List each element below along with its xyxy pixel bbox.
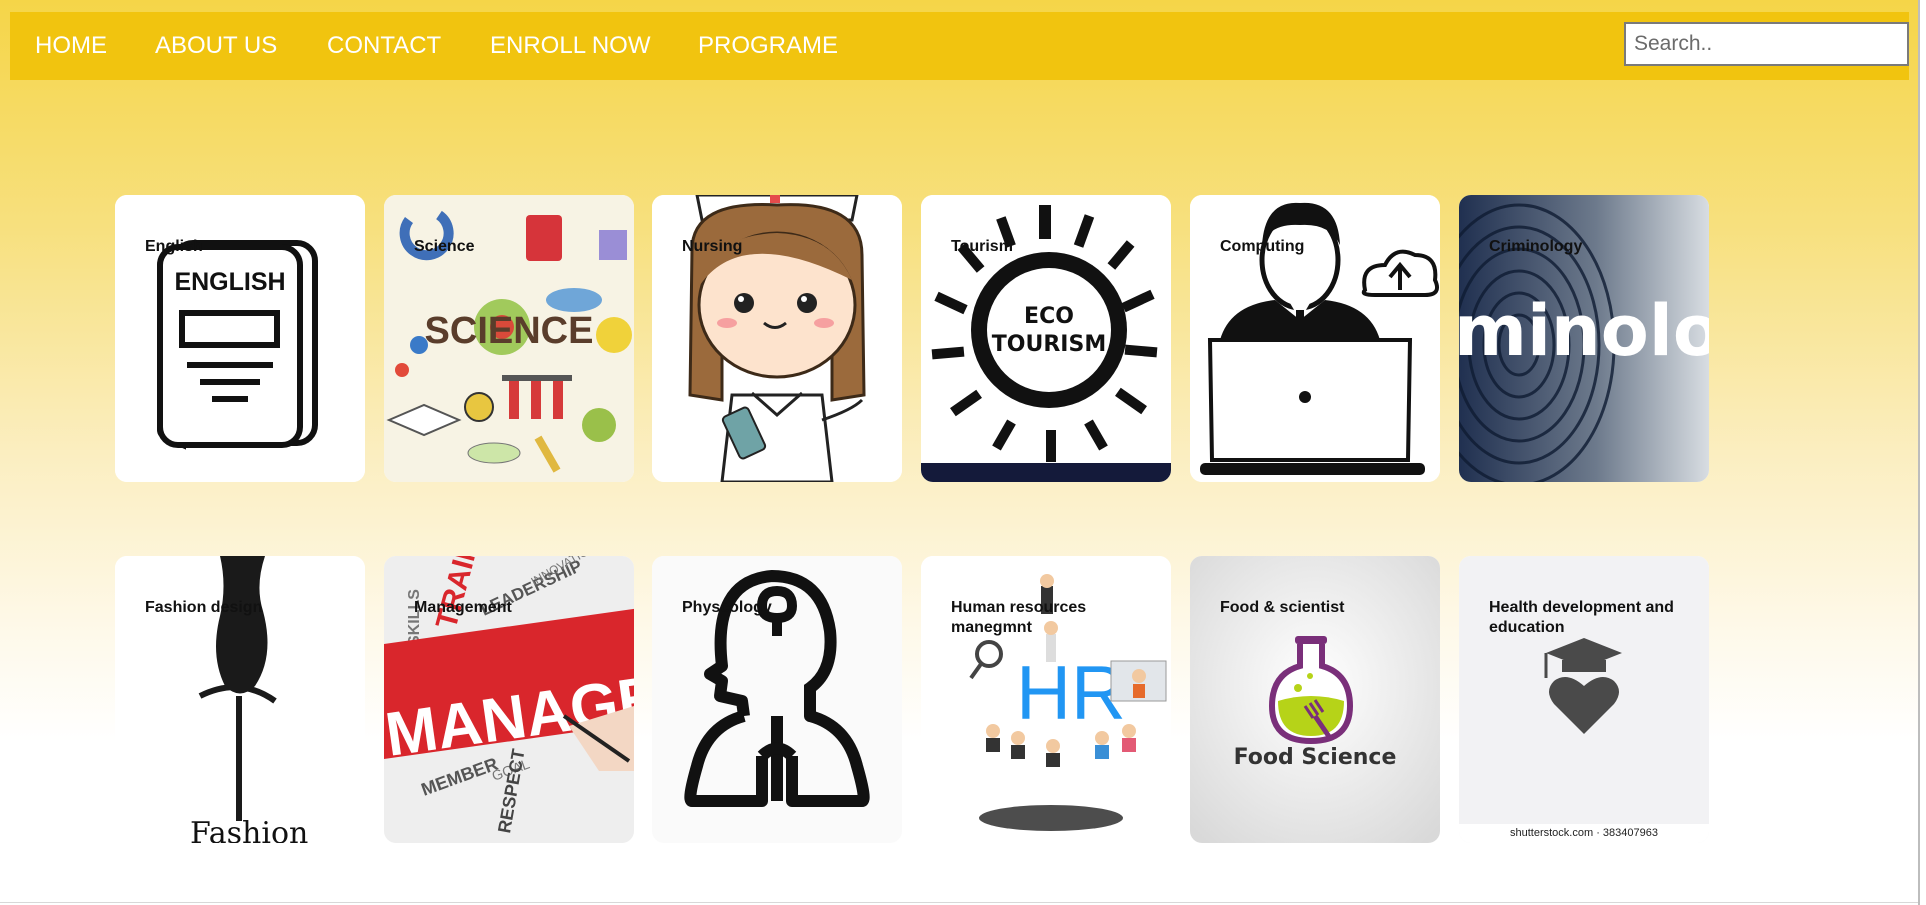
- course-card-management[interactable]: SKILLS TRAINING LEADERSHIP INNOVATION MA…: [384, 556, 634, 843]
- course-card-fashion[interactable]: Fashion Fashion design: [115, 556, 365, 843]
- course-card-computing[interactable]: Computing: [1190, 195, 1440, 482]
- nav-programe-link[interactable]: PROGRAME: [698, 12, 838, 80]
- bottom-divider: [0, 902, 1918, 903]
- course-card-health-education[interactable]: Health development and education shutter…: [1459, 556, 1709, 843]
- course-card-hr[interactable]: HR Human resources manegmnt: [921, 556, 1171, 843]
- nav-about-link[interactable]: ABOUT US: [155, 12, 277, 80]
- course-label: Criminology: [1489, 238, 1583, 255]
- course-label: Nursing: [682, 238, 743, 255]
- svg-text:ENGLISH: ENGLISH: [174, 268, 285, 296]
- course-card-criminology[interactable]: minolo Criminology: [1459, 195, 1709, 482]
- nav-contact-link[interactable]: CONTACT: [327, 12, 441, 80]
- svg-text:HR: HR: [1016, 651, 1126, 736]
- window-edge: [1918, 0, 1920, 905]
- nav-enroll-link[interactable]: ENROLL NOW: [490, 12, 650, 80]
- course-label: Tourism: [951, 238, 1013, 255]
- image-watermark: shutterstock.com · 383407963: [1510, 827, 1658, 839]
- course-label: English: [145, 238, 203, 255]
- course-card-food-science[interactable]: Food Science Food & scientist: [1190, 556, 1440, 843]
- svg-text:ECO: ECO: [1024, 304, 1074, 329]
- course-label: Fashion design: [145, 599, 263, 616]
- svg-text:Food Science: Food Science: [1234, 745, 1397, 770]
- course-label: Human resources manegmnt: [951, 599, 1087, 636]
- course-card-science[interactable]: SCIENCE Science: [384, 195, 634, 482]
- course-label: Physcology: [682, 599, 772, 616]
- svg-text:Fashion: Fashion: [190, 816, 308, 843]
- svg-text:SCIENCE: SCIENCE: [425, 310, 594, 352]
- course-card-tourism[interactable]: ECO TOURISM Tourism: [921, 195, 1171, 482]
- course-label: Management: [414, 599, 512, 616]
- svg-text:TOURISM: TOURISM: [992, 332, 1106, 357]
- course-label: Health development and education: [1489, 599, 1674, 636]
- course-label: Computing: [1220, 238, 1305, 255]
- course-label: Science: [414, 238, 475, 255]
- search-input[interactable]: [1624, 22, 1909, 66]
- course-card-nursing[interactable]: Nursing: [652, 195, 902, 482]
- svg-text:minolo: minolo: [1459, 290, 1709, 372]
- nav-home-link[interactable]: HOME: [35, 12, 107, 80]
- course-label: Food & scientist: [1220, 599, 1345, 616]
- course-card-english[interactable]: ENGLISH English: [115, 195, 365, 482]
- course-card-psychology[interactable]: Physcology: [652, 556, 902, 843]
